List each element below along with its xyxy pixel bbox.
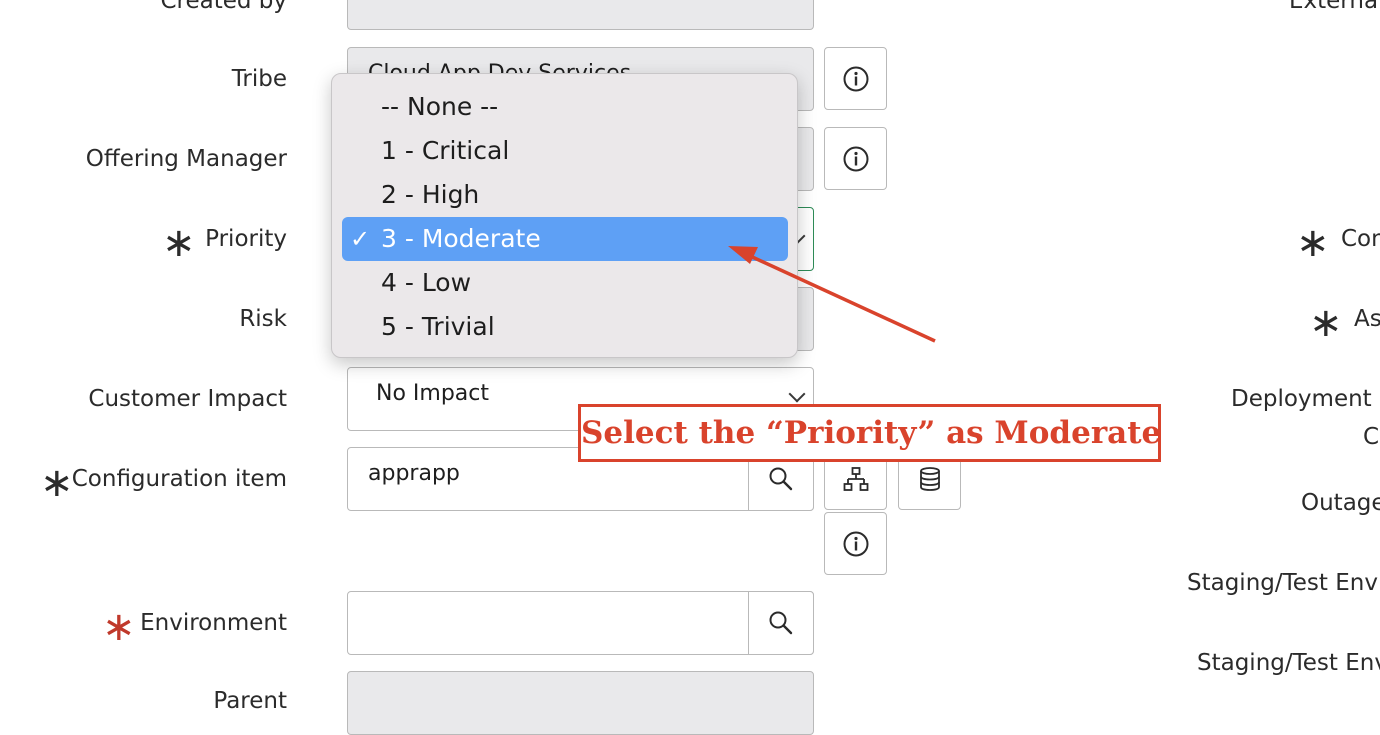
hierarchy-icon (843, 466, 868, 491)
option-label: 1 - Critical (381, 136, 510, 165)
priority-option-moderate[interactable]: ✓ 3 - Moderate (342, 217, 788, 261)
staging-test-environment-label: Staging/Test Envir (1187, 570, 1380, 596)
customer-impact-value: No Impact (376, 381, 489, 406)
offering-manager-info-button[interactable] (824, 127, 887, 190)
con-label: Con (1341, 226, 1380, 252)
search-icon (769, 611, 793, 635)
checkmark-icon: ✓ (350, 225, 371, 253)
outage-label: Outage (1301, 490, 1380, 516)
environment-label: Environment (140, 610, 287, 636)
as-label: As (1354, 306, 1380, 332)
priority-option-high[interactable]: 2 - High (342, 173, 788, 217)
configuration-item-value: apprapp (368, 461, 460, 486)
priority-option-low[interactable]: 4 - Low (342, 261, 788, 305)
configuration-item-info-button[interactable] (824, 512, 887, 575)
option-label: 3 - Moderate (381, 224, 541, 253)
tribe-info-button[interactable] (824, 47, 887, 110)
priority-option-trivial[interactable]: 5 - Trivial (342, 305, 788, 349)
info-icon (843, 146, 868, 171)
option-label: 5 - Trivial (381, 312, 495, 341)
option-label: -- None -- (381, 92, 499, 121)
deployment-label: Deployment R (1231, 386, 1380, 412)
info-icon (843, 66, 868, 91)
created-by-label: Created by (160, 0, 287, 14)
staging-test-environment-label-2: Staging/Test Env (1197, 650, 1380, 676)
risk-label: Risk (239, 306, 287, 332)
tribe-label: Tribe (231, 66, 287, 92)
annotation-callout: Select the “Priority” as Moderate (578, 404, 1161, 462)
external-label: External (1289, 0, 1380, 14)
customer-impact-label: Customer Impact (88, 386, 287, 412)
offering-manager-label: Offering Manager (85, 146, 287, 172)
info-icon (843, 531, 868, 556)
required-icon: ∗ (1309, 300, 1343, 346)
parent-label: Parent (213, 688, 287, 714)
option-label: 4 - Low (381, 268, 472, 297)
search-icon (769, 467, 793, 491)
priority-option-critical[interactable]: 1 - Critical (342, 129, 788, 173)
priority-label: Priority (205, 226, 287, 252)
priority-option-none[interactable]: -- None -- (342, 85, 788, 129)
co-label: Co (1363, 424, 1380, 450)
environment-input[interactable] (347, 591, 814, 655)
parent-field[interactable] (347, 671, 814, 735)
environment-required-icon: ∗ (102, 604, 136, 650)
chevron-down-icon (788, 385, 806, 403)
created-by-field[interactable] (347, 0, 814, 30)
configuration-item-label: Configuration item (71, 466, 287, 492)
priority-required-icon: ∗ (162, 220, 196, 266)
environment-search-button[interactable] (748, 591, 814, 655)
option-label: 2 - High (381, 180, 480, 209)
required-icon: ∗ (1296, 220, 1330, 266)
database-icon (919, 466, 940, 491)
priority-dropdown-menu[interactable]: -- None -- 1 - Critical 2 - High ✓ 3 - M… (331, 73, 798, 358)
configuration-item-required-icon: ∗ (40, 460, 74, 506)
